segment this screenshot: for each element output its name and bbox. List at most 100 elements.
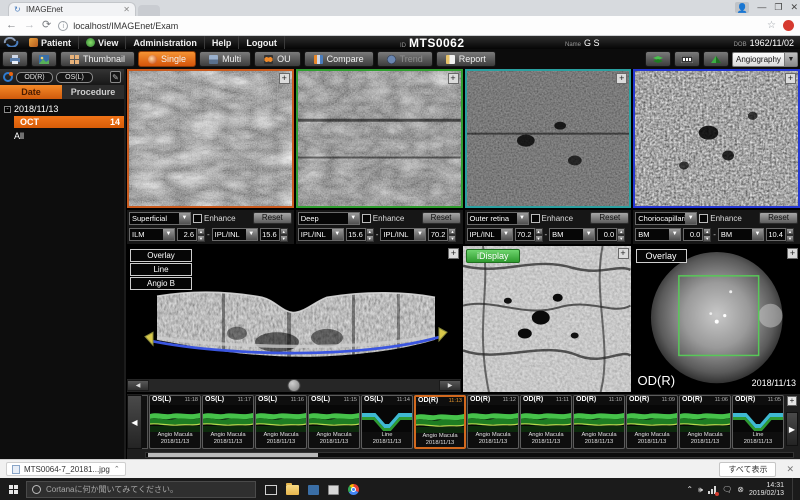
taskbar-app-icon[interactable] [308,485,319,495]
angio-panel-outer-retina[interactable]: + [465,69,632,208]
offset2-stepper[interactable]: 70.2▲▼ [428,228,456,241]
expand-icon[interactable]: + [448,73,459,84]
enhance-checkbox[interactable] [531,214,540,223]
reset-button[interactable]: Reset [759,212,798,224]
boundary2-select[interactable]: IPL/INL▼ [212,228,258,241]
strip-scroll-left-button[interactable]: ◀ [127,395,142,449]
thumbnail[interactable]: OS(L)11:15 Angio Macula2018/11/13 [308,395,360,449]
boundary1-select[interactable]: BM▼ [635,228,681,241]
thumbnail-selected[interactable]: OD(R)11:13 Angio Macula2018/11/13 [414,395,466,449]
thumbnail-partial[interactable] [142,395,148,449]
thumbnail[interactable]: OS(L)11:18 Angio Macula2018/11/13 [149,395,201,449]
scroll-handle[interactable] [288,379,301,392]
tab-date[interactable]: Date [0,85,62,99]
refresh-icon[interactable] [3,72,13,82]
multi-view-button[interactable]: Multi [199,51,251,67]
window-minimize-button[interactable]: — [757,1,766,13]
angio-b-button[interactable]: Angio B [130,277,192,290]
window-close-button[interactable]: ✕ [790,1,798,13]
strip-scrollbar[interactable] [145,452,794,458]
thumbnail[interactable]: OS(L)11:14 Line2018/11/13 [361,395,413,449]
annotation-tool-button[interactable] [674,51,700,67]
tab-close-icon[interactable]: ✕ [123,5,130,14]
thumbnail[interactable]: OD(R)11:06 Angio Macula2018/11/13 [679,395,731,449]
notification-icon[interactable]: 🗨 [722,485,732,494]
bscan-slice-scrollbar[interactable]: ◀ ▶ [127,379,461,392]
offset1-stepper[interactable]: 15.6▲▼ [346,228,374,241]
show-desktop-button[interactable] [792,478,796,500]
thumbnail[interactable]: OD(R)11:05 Line2018/11/13 [732,395,784,449]
enface-tool-button[interactable] [645,51,671,67]
offset2-stepper[interactable]: 15.6▲▼ [260,228,288,241]
idisplay-button[interactable]: iDisplay [466,249,520,263]
chrome-icon[interactable] [348,484,359,495]
download-item[interactable]: MTS0064-7_20181...jpg ⌃ [6,462,126,476]
offset1-stepper[interactable]: 70.2▲▼ [515,228,543,241]
new-tab-button[interactable] [138,5,160,16]
scroll-left-icon[interactable]: ◀ [127,380,149,391]
task-view-icon[interactable] [265,485,277,495]
action-center-icon[interactable]: ⊗ [737,485,744,494]
taskbar-clock[interactable]: 14:31 2019/02/13 [749,482,784,498]
angio-panel-superficial[interactable]: + [127,69,294,208]
address-input[interactable]: i localhost/IMAGEnet/Exam [58,18,760,33]
od-eye-button[interactable]: OD(R) [16,72,53,83]
expand-icon[interactable]: + [279,73,290,84]
boundary2-select[interactable]: IPL/INL▼ [380,228,426,241]
expand-icon[interactable]: + [618,248,629,259]
thumbnail[interactable]: OD(R)11:12 Angio Macula2018/11/13 [467,395,519,449]
site-info-icon[interactable]: i [58,21,68,31]
enhance-checkbox[interactable] [362,214,371,223]
expand-icon[interactable]: + [616,73,627,84]
print-button[interactable] [2,51,28,67]
tree-date-node[interactable]: - 2018/11/13 [4,104,124,114]
boundary1-select[interactable]: IPL/INL▼ [467,228,513,241]
cortana-search-input[interactable]: Cortanaに何か聞いてみてください。 [26,481,256,498]
bookmark-star-icon[interactable]: ☆ [767,20,776,31]
os-eye-button[interactable]: OS(L) [56,72,93,83]
offset1-stepper[interactable]: 2.6▲▼ [177,228,205,241]
tree-oct-node[interactable]: OCT 14 [14,116,124,128]
thumbnail[interactable]: OD(R)11:10 Angio Macula2018/11/13 [573,395,625,449]
back-icon[interactable]: ← [6,20,17,31]
bscan-panel[interactable]: Overlay Line Angio B + ◀ ▶ [127,246,461,392]
angio-panel-deep[interactable]: + [296,69,463,208]
download-bar-close-icon[interactable]: ✕ [786,464,794,475]
menu-view[interactable]: View [79,36,126,49]
thumbnail[interactable]: OS(L)11:17 Angio Macula2018/11/13 [202,395,254,449]
layer-select[interactable]: Deep▼ [298,212,360,225]
strip-scroll-right-button[interactable]: ▶ [786,412,798,446]
thumbnail[interactable]: OS(L)11:16 Angio Macula2018/11/13 [255,395,307,449]
expand-icon[interactable]: + [448,248,459,259]
export-image-button[interactable] [31,51,57,67]
collapse-icon[interactable]: - [4,106,11,113]
angio-panel-choriocapillaris[interactable]: + [633,69,800,208]
start-button[interactable] [0,478,26,500]
thumbnail[interactable]: OD(R)11:09 Angio Macula2018/11/13 [626,395,678,449]
reset-button[interactable]: Reset [253,212,292,224]
window-maximize-button[interactable]: ❐ [774,1,782,13]
reload-icon[interactable]: ⟳ [42,20,51,31]
reset-button[interactable]: Reset [422,212,461,224]
tree-all-node[interactable]: All [14,131,124,141]
mode-select[interactable]: Angiography ▼ [732,52,798,67]
profile-icon[interactable]: 👤 [735,2,749,13]
fundus-panel[interactable]: Overlay + OD(R) 2018/11/13 [633,246,800,392]
compare-button[interactable]: Compare [304,51,374,67]
trend-button[interactable]: Trend [377,51,433,67]
thumbnail-view-button[interactable]: Thumbnail [60,51,135,67]
enhance-checkbox[interactable] [193,214,202,223]
boundary1-select[interactable]: ILM▼ [129,228,175,241]
line-button[interactable]: Line [130,263,192,276]
volume-icon[interactable]: 🕪 [698,485,703,495]
single-view-button[interactable]: Single [138,51,196,67]
reset-button[interactable]: Reset [590,212,629,224]
menu-patient[interactable]: Patient [22,36,79,49]
strip-scroll-handle[interactable] [148,453,318,457]
offset2-stepper[interactable]: 0.0▲▼ [597,228,625,241]
threed-view-button[interactable] [703,51,729,67]
enhance-checkbox[interactable] [699,214,708,223]
network-icon[interactable] [708,486,717,494]
taskbar-app-icon[interactable] [328,485,339,495]
file-explorer-icon[interactable] [286,485,299,495]
